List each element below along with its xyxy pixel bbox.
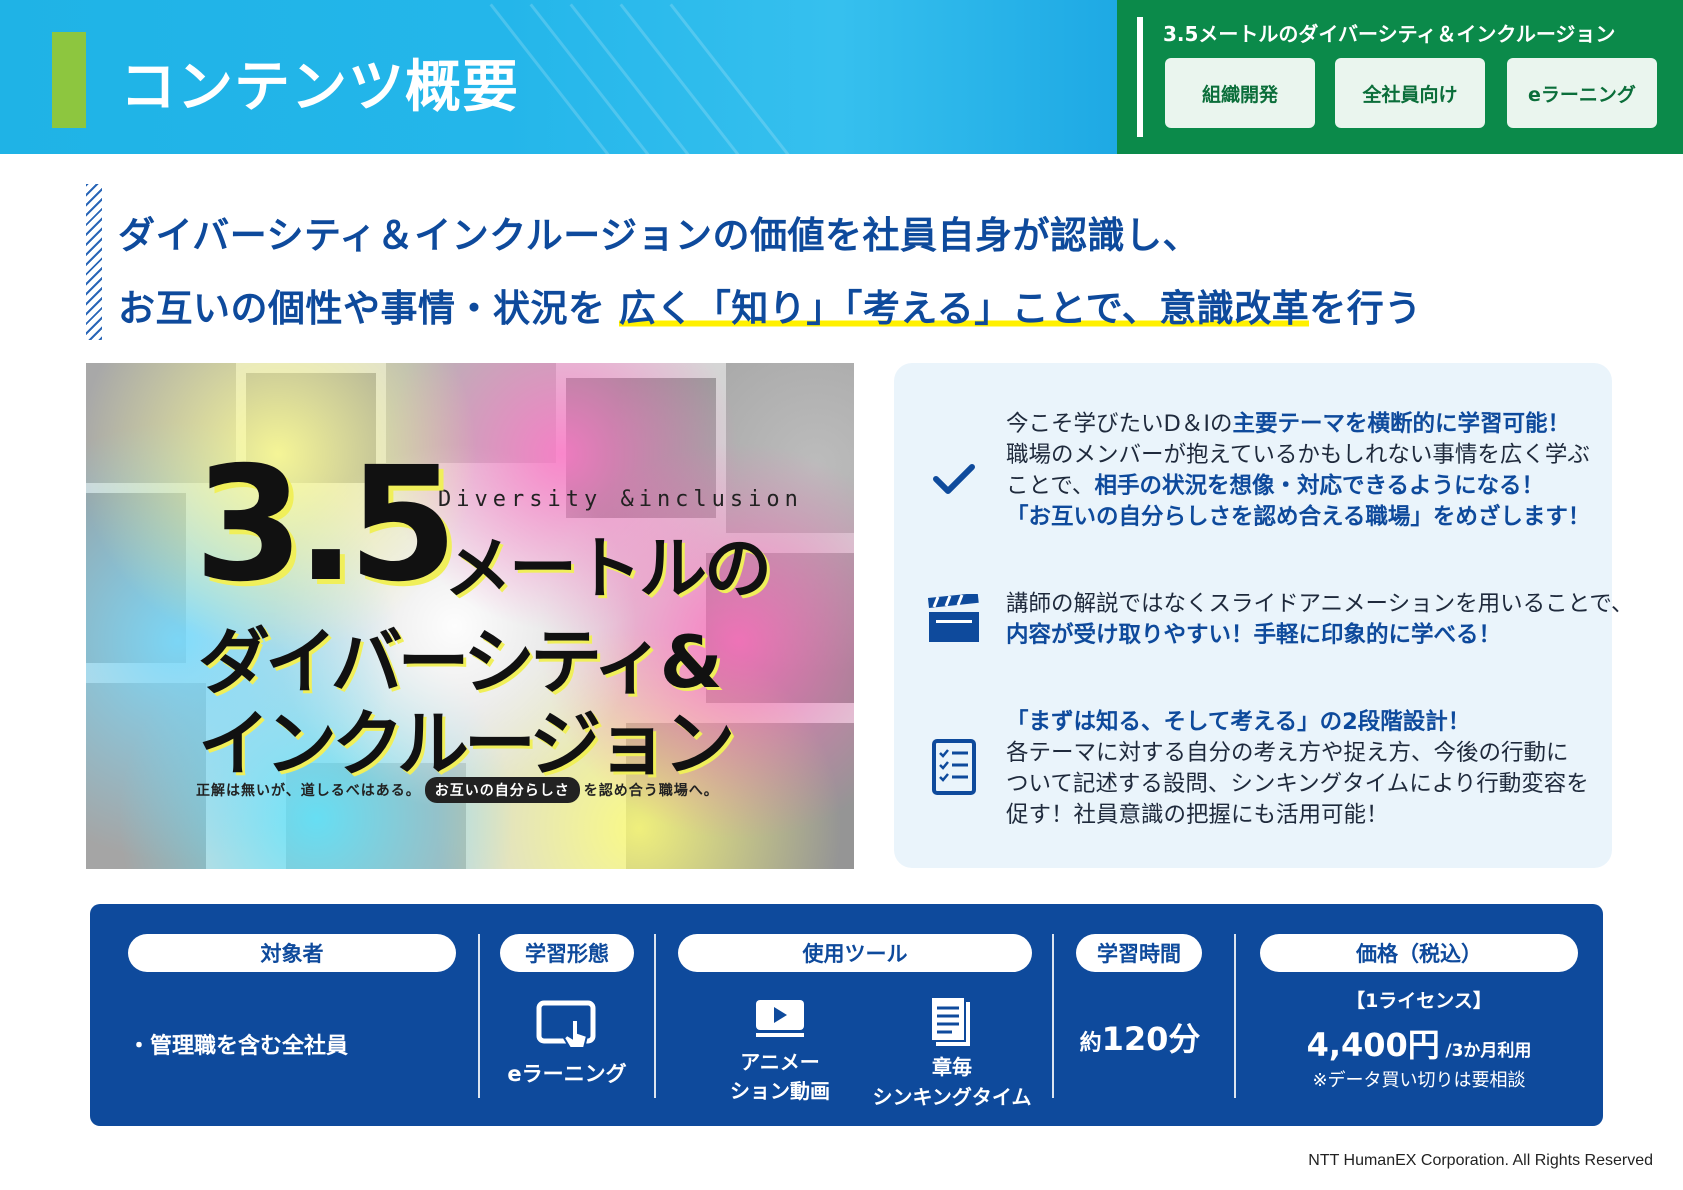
visual-subtitle: Diversity &inclusion [438,487,803,512]
format-value: eラーニング [507,1062,627,1086]
visual-tagline: 正解は無いが、道しるべはある。 お互いの自分らしさ を認め合う職場へ。 [196,777,719,803]
tool-thinking-line2: シンキングタイム [872,1085,1032,1109]
headline-text: お互いの個性や事情・状況を [118,287,606,330]
price-amount: 4,400円 [1306,1026,1440,1064]
tool-thinking-time: 章毎 シンキングタイム [864,1052,1040,1112]
visual-title-1: メートルの [444,530,772,609]
feature-line: 職場のメンバーが抱えているかもしれない事情を広く学ぶ [1006,442,1590,468]
headline-hatch [86,184,102,340]
time-value: 約120分 [1050,1014,1230,1060]
target-value: ・管理職を含む全社員 [128,1034,349,1059]
feature-line: 講師の解説ではなくスライドアニメーションを用いることで、 [1006,591,1634,617]
feature-normal: ことで、 [1006,473,1095,499]
tool-thinking-line1: 章毎 [932,1055,972,1079]
tagline-text: 正解は無いが、道しるべはある。 [196,783,421,799]
column-divider [654,934,656,1098]
headline-line-1: ダイバーシティ＆インクルージョンの価値を社員自身が認識し、 [118,214,1200,257]
tool-animation-line1: アニメー [740,1050,820,1074]
headline-line-2: お互いの個性や事情・状況を 広く「知り」「考える」ことで、意識改革を行う [118,278,1422,332]
feature-text: 「まずは知る、そして考える」の2段階設計！ 各テーマに対する自分の考え方や捉え方… [1006,707,1596,831]
tag-organization-development: 組織開発 [1165,58,1315,128]
target-label: 対象者 [128,934,456,972]
feature-emphasis: 相手の状況を想像・対応できるようになる！ [1094,473,1544,499]
course-title: 3.5メートルのダイバーシティ＆インクルージョン [1163,22,1616,46]
price-note: ※データ買い切りは要相談 [1312,1070,1526,1091]
feature-line: 各テーマに対する自分の考え方や捉え方、今後の行動に [1006,740,1569,766]
visual-title-3: インクルージョン [198,702,735,786]
feature-emphasis: 「お互いの自分らしさを認め合える職場」をめざします！ [1006,504,1591,530]
feature-card: 今こそ学びたいD＆Iの主要テーマを横断的に学習可能！ 職場のメンバーが抱えている… [894,363,1634,868]
tagline-pill: お互いの自分らしさ [424,777,580,803]
tool-animation-line2: ション動画 [730,1079,830,1103]
course-info-bar: 対象者 ・管理職を含む全社員 学習形態 eラーニング 使用ツール アニメー ショ… [90,904,1603,1126]
time-prefix: 約 [1079,1031,1102,1056]
course-panel: 3.5メートルのダイバーシティ＆インクルージョン 組織開発 全社員向け eラーニ… [1117,0,1683,154]
feature-normal: 今こそ学びたいD＆Iの [1006,411,1233,437]
feature-text: 講師の解説ではなくスライドアニメーションを用いることで、 内容が受け取りやすい！… [1006,589,1634,651]
feature-emphasis: 内容が受け取りやすい！手軽に印象的に学べる！ [1006,622,1502,648]
tools-label: 使用ツール [678,934,1032,972]
worksheet-icon [928,994,974,1054]
format-label: 学習形態 [500,934,634,972]
copyright: NTT HumanEX Corporation. All Rights Rese… [1308,1152,1653,1169]
course-key-visual: Diversity &inclusion 3.5 メートルの ダイバーシティ& … [86,363,854,869]
feature-line: ついて記述する設問、シンキングタイムにより行動変容を [1006,771,1589,797]
checklist-icon [924,737,984,797]
time-label: 学習時間 [1076,934,1202,972]
time-amount: 120分 [1101,1020,1201,1058]
headline-highlight: 広く「知り」「考える」ことで、 [618,287,1160,330]
price-license: 【1ライセンス】 [1346,990,1492,1012]
headline-text: を行う [1309,287,1422,330]
feature-text: 今こそ学びたいD＆Iの主要テーマを横断的に学習可能！ 職場のメンバーが抱えている… [1006,409,1596,533]
tool-animation: アニメー ション動画 [702,1048,858,1106]
tablet-touch-icon [536,1000,598,1054]
header-band: コンテンツ概要 [0,0,1117,154]
column-divider [478,934,480,1098]
tagline-text: を認め合う職場へ。 [583,783,719,799]
check-icon [924,449,984,509]
tag-elearning: eラーニング [1507,58,1657,128]
panel-divider [1137,17,1143,137]
clapperboard-icon [924,589,984,649]
feature-emphasis: 「まずは知る、そして考える」の2段階設計！ [1006,709,1471,735]
price-value: 4,400円 /3か月利用 [1260,1020,1578,1066]
price-label: 価格（税込） [1260,934,1578,972]
header: コンテンツ概要 3.5メートルのダイバーシティ＆インクルージョン 組織開発 全社… [0,0,1683,154]
feature-emphasis: 主要テーマを横断的に学習可能！ [1232,411,1570,437]
video-icon [754,998,806,1042]
column-divider [1234,934,1236,1098]
page-title: コンテンツ概要 [120,55,519,120]
headline-highlight: 意識改革 [1159,287,1310,330]
price-period: /3か月利用 [1445,1041,1532,1061]
feature-line: 促す！社員意識の把握にも活用可能！ [1006,802,1389,828]
title-accent-bar [52,32,86,128]
tag-all-employees: 全社員向け [1335,58,1485,128]
visual-number: 3.5 [194,433,458,617]
